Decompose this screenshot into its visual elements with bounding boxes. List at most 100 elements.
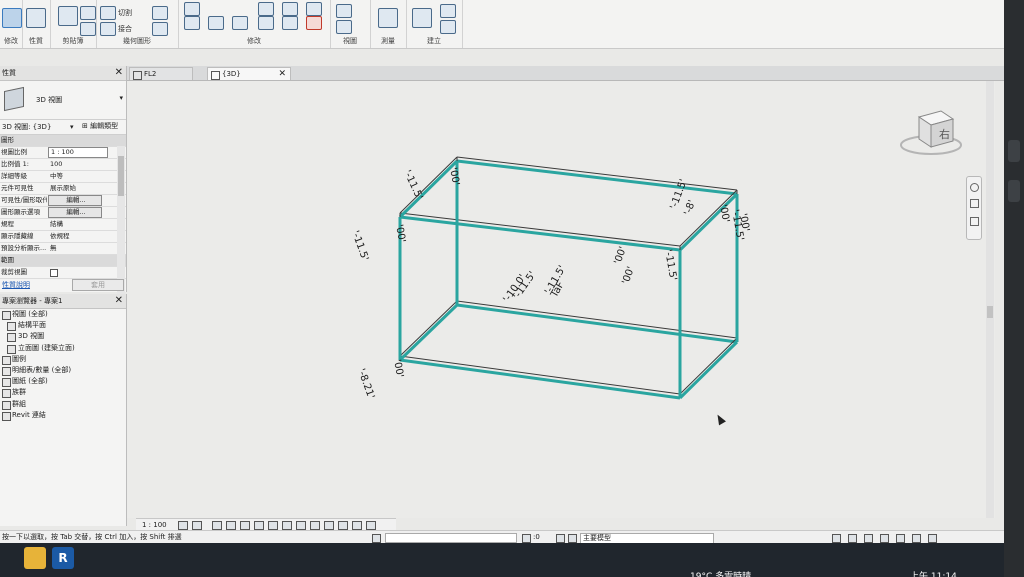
canvas-scrollbar[interactable] [986, 81, 994, 518]
property-row[interactable]: 圖形顯示選項 編輯... [0, 207, 126, 219]
section-graphics[interactable]: 圖形 [0, 135, 126, 147]
delete-icon[interactable] [306, 16, 322, 30]
tree-item[interactable]: 立面圖 (建築立面) [0, 343, 126, 354]
cope-icon[interactable] [100, 6, 116, 20]
array-icon[interactable] [282, 2, 298, 16]
revit-app-icon[interactable]: R [52, 547, 74, 569]
close-icon[interactable]: ✕ [115, 66, 123, 80]
hide-isolate-icon[interactable] [296, 521, 306, 530]
chevron-down-icon[interactable]: ▾ [70, 120, 74, 134]
tree-item[interactable]: 圖例 [0, 354, 126, 365]
reveal-hidden-icon[interactable] [310, 521, 320, 530]
editable-only-icon[interactable] [556, 534, 565, 543]
apply-button[interactable]: 套用 [72, 279, 124, 291]
edit-button[interactable]: 編輯... [48, 195, 102, 206]
tab-3d[interactable]: {3D} ✕ [207, 67, 291, 80]
close-icon[interactable]: ✕ [278, 68, 286, 81]
design-options-icon[interactable] [522, 534, 531, 543]
copy-icon[interactable] [80, 6, 96, 20]
zoom-icon[interactable] [970, 199, 979, 208]
workset-icon[interactable] [372, 534, 381, 543]
3d-model-view[interactable]: '-11.5' '00''-11.5' '00''-11.5''00''-11.5'… [127, 81, 995, 518]
tree-item[interactable]: 群組 [0, 399, 126, 410]
instance-filter[interactable]: 3D 視圖: {3D} ▾ ⊞ 編輯類型 [0, 120, 126, 135]
trim-icon[interactable] [258, 2, 274, 16]
crop-view-checkbox[interactable] [50, 269, 58, 277]
select-links-icon[interactable] [832, 534, 841, 543]
property-row[interactable]: 比例值 1: 100 [0, 159, 126, 171]
edit-type-button[interactable]: ⊞ 編輯類型 [80, 121, 120, 132]
lock-view-icon[interactable] [282, 521, 292, 530]
override-icon[interactable] [336, 20, 352, 34]
property-value[interactable]: 1 : 100 [48, 147, 108, 158]
frame-member[interactable] [456, 300, 738, 339]
tree-item[interactable]: Revit 連結 [0, 410, 126, 421]
select-pinned-icon[interactable] [864, 534, 873, 543]
filter-icon[interactable] [568, 534, 577, 543]
pin-icon[interactable] [306, 2, 322, 16]
frame-member[interactable] [398, 303, 459, 362]
tree-item[interactable]: 視圖 (全部) [0, 309, 126, 320]
settings-icon[interactable] [912, 534, 921, 543]
close-icon[interactable]: ✕ [115, 294, 123, 308]
show-crop-icon[interactable] [268, 521, 278, 530]
property-row[interactable]: 可見性/圖形取代 編輯... [0, 195, 126, 207]
scroll-thumb[interactable] [118, 156, 124, 196]
drawing-canvas[interactable]: '-11.5' '00' '-11.5' '00' '-11.5' '00' '-11.5'… [127, 81, 995, 518]
crop-icon[interactable] [254, 521, 264, 530]
frame-member[interactable] [399, 355, 681, 395]
properties-icon[interactable] [26, 8, 46, 28]
render-icon[interactable] [240, 521, 250, 530]
steel-frame-model[interactable] [398, 156, 739, 400]
scale-icon[interactable] [282, 16, 298, 30]
weather-text[interactable]: 19°C 多雲時晴 [690, 569, 751, 577]
temporary-properties-icon[interactable] [338, 521, 348, 530]
edit-button[interactable]: 編輯... [48, 207, 102, 218]
detail-level-icon[interactable] [178, 521, 188, 530]
property-row[interactable]: 視圖比例 1 : 100 [0, 147, 126, 159]
move-icon[interactable] [184, 16, 200, 30]
copy-element-icon[interactable] [208, 16, 224, 30]
frame-member[interactable] [399, 358, 681, 400]
property-row[interactable]: 詳細等級 中等 [0, 171, 126, 183]
frame-member[interactable] [399, 212, 681, 247]
frame-member[interactable] [456, 156, 738, 191]
property-row[interactable]: 元件可見性 展示原始 [0, 183, 126, 195]
sun-path-icon[interactable] [212, 521, 222, 530]
scroll-thumb[interactable] [987, 306, 993, 318]
align-icon[interactable] [184, 2, 200, 16]
property-row[interactable]: 顯示隱藏線 依規程 [0, 231, 126, 243]
tree-item[interactable]: 明細表/數量 (全部) [0, 365, 126, 376]
property-row[interactable]: 預設分析顯示... 無 [0, 243, 126, 255]
clock-text[interactable]: 上午 11:14 [910, 569, 957, 577]
drag-on-selection-icon[interactable] [896, 534, 905, 543]
select-underlay-icon[interactable] [848, 534, 857, 543]
shadows-icon[interactable] [226, 521, 236, 530]
frame-member[interactable] [399, 300, 458, 357]
section-extents[interactable]: 範圍 [0, 255, 126, 267]
frame-member[interactable] [679, 337, 738, 395]
create-assembly-icon[interactable] [412, 8, 432, 28]
tree-item[interactable]: 族群 [0, 387, 126, 399]
match-icon[interactable] [80, 22, 96, 36]
frame-member[interactable] [678, 340, 739, 400]
split-face-icon[interactable] [152, 22, 168, 36]
highlight-displacement-icon[interactable] [366, 521, 376, 530]
tree-item[interactable]: 結構平面 [0, 320, 126, 332]
tab-fl2[interactable]: FL2 [129, 67, 193, 80]
split-icon[interactable] [258, 16, 274, 30]
navigation-bar[interactable] [966, 176, 982, 240]
analytical-model-icon[interactable] [352, 521, 362, 530]
tree-item[interactable]: 3D 視圖 [0, 331, 126, 343]
workset-field[interactable] [385, 533, 517, 543]
join-label[interactable]: 接合 [118, 24, 132, 34]
select-by-face-icon[interactable] [880, 534, 889, 543]
visual-style-icon[interactable] [192, 521, 202, 530]
create-parts-icon[interactable] [440, 4, 456, 18]
properties-help-link[interactable]: 性質說明 [2, 280, 30, 290]
measure-icon[interactable] [378, 8, 398, 28]
property-row[interactable]: 規程 結構 [0, 219, 126, 231]
create-group-icon[interactable] [440, 20, 456, 34]
modify-arrow-icon[interactable] [2, 8, 22, 28]
worksharing-icon[interactable] [324, 521, 334, 530]
